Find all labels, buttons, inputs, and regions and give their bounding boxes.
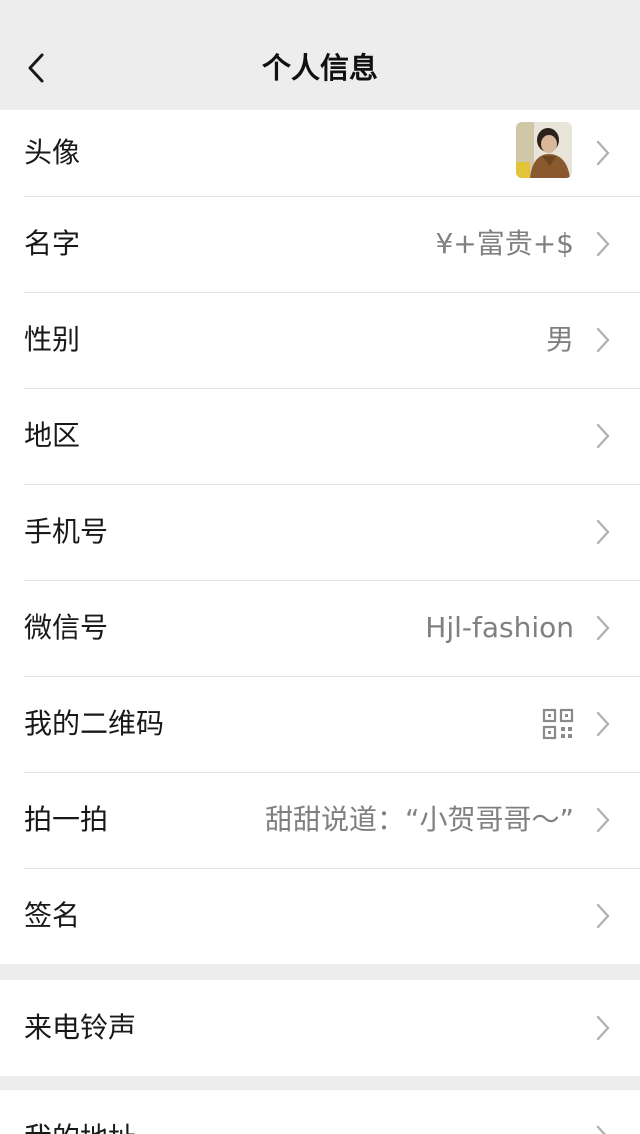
chevron-right-icon [596, 711, 610, 737]
row-avatar-label: 头像 [24, 136, 81, 169]
avatar[interactable] [516, 122, 572, 178]
page-title: 个人信息 [261, 51, 378, 85]
row-wechat-id-value: Hjl-fashion [425, 611, 574, 644]
row-gender[interactable]: 性别 男 [0, 292, 640, 388]
nav-bar: 个人信息 [0, 0, 640, 110]
chevron-right-icon [596, 615, 610, 641]
personal-info-page: 个人信息 头像 名字 ¥+富贵+$ 性别 男 地区 手机号 微信号 Hjl-fa… [0, 0, 640, 1134]
row-signature[interactable]: 签名 [0, 868, 640, 964]
row-qrcode-label: 我的二维码 [24, 707, 165, 740]
chevron-right-icon [596, 423, 610, 449]
row-gender-label: 性别 [24, 323, 81, 356]
row-name[interactable]: 名字 ¥+富贵+$ [0, 196, 640, 292]
row-phone[interactable]: 手机号 [0, 484, 640, 580]
profile-section: 头像 名字 ¥+富贵+$ 性别 男 地区 手机号 微信号 Hjl-fashion… [0, 110, 640, 964]
qrcode-icon [542, 708, 574, 740]
row-phone-label: 手机号 [24, 515, 109, 548]
chevron-right-icon [596, 903, 610, 929]
row-region[interactable]: 地区 [0, 388, 640, 484]
chevron-right-icon [596, 140, 610, 166]
chevron-right-icon [596, 807, 610, 833]
row-ringtone[interactable]: 来电铃声 [0, 980, 640, 1076]
ringtone-section: 来电铃声 [0, 980, 640, 1076]
row-region-label: 地区 [24, 419, 81, 452]
row-wechat-id-label: 微信号 [24, 611, 109, 644]
row-pat[interactable]: 拍一拍 甜甜说道：“小贺哥哥～” [0, 772, 640, 868]
row-pat-label: 拍一拍 [24, 803, 109, 836]
chevron-right-icon [596, 519, 610, 545]
chevron-right-icon [596, 1125, 606, 1134]
chevron-right-icon [596, 231, 610, 257]
row-name-label: 名字 [24, 227, 81, 260]
row-wechat-id[interactable]: 微信号 Hjl-fashion [0, 580, 640, 676]
row-ringtone-label: 来电铃声 [24, 1011, 137, 1044]
chevron-right-icon [596, 327, 610, 353]
address-section: 我的地址 [0, 1090, 640, 1134]
row-address[interactable]: 我的地址 [0, 1090, 640, 1134]
row-gender-value: 男 [545, 323, 574, 356]
row-qrcode[interactable]: 我的二维码 [0, 676, 640, 772]
row-signature-label: 签名 [24, 899, 81, 932]
row-pat-value: 甜甜说道：“小贺哥哥～” [264, 803, 574, 836]
chevron-right-icon [596, 1015, 610, 1041]
row-address-label: 我的地址 [24, 1118, 136, 1134]
row-avatar[interactable]: 头像 [0, 110, 640, 196]
row-name-value: ¥+富贵+$ [435, 227, 574, 260]
